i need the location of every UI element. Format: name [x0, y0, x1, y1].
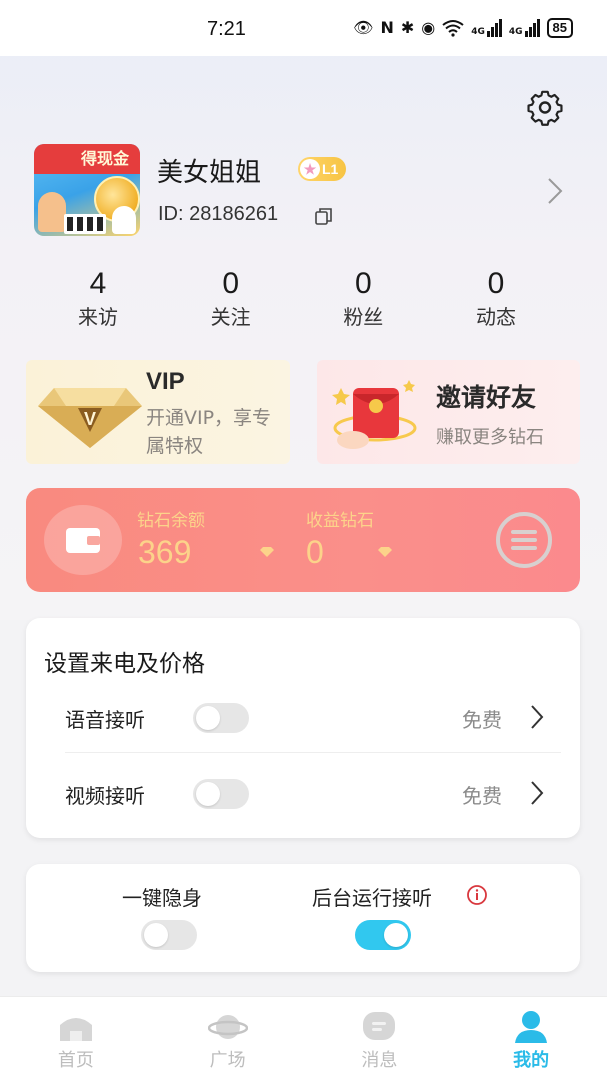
stat-label: 粉丝 [343, 305, 384, 329]
star-icon: ★ [300, 159, 320, 179]
stat-following[interactable]: 0 关注 [167, 266, 295, 336]
toggle-knob [196, 782, 220, 806]
background-answer-label: 后台运行接听 [312, 886, 432, 910]
user-icon [515, 1011, 548, 1043]
network-type-2: 4G [508, 27, 523, 37]
call-settings-card: 设置来电及价格 语音接听 免费 视频接听 免费 [26, 618, 580, 838]
stat-label: 动态 [475, 305, 516, 329]
wallet-card[interactable]: 钻石余额 369 收益钻石 0 [26, 488, 580, 592]
stat-value: 0 [222, 267, 239, 300]
stat-visitors[interactable]: 4 来访 [34, 266, 162, 336]
tab-mine[interactable]: 我的 [455, 997, 607, 1080]
avatar[interactable]: 得现金 [34, 144, 140, 236]
invisible-mode-label: 一键隐身 [122, 886, 202, 910]
user-id: ID: 28186261 [158, 203, 279, 225]
tab-label: 首页 [57, 1050, 94, 1071]
voice-call-price: 免费 [462, 708, 502, 732]
eye-icon: 👁 [353, 18, 374, 37]
wallet-menu-icon[interactable] [494, 510, 554, 570]
invite-friends-card[interactable]: 邀请好友 赚取更多钻石 [317, 360, 580, 464]
earned-diamonds-label: 收益钻石 [306, 511, 374, 531]
video-call-label: 视频接听 [65, 784, 145, 808]
divider [65, 752, 561, 753]
level-badge: ★ L1 [298, 157, 347, 181]
stat-value: 4 [89, 267, 107, 300]
diamond-icon [378, 547, 392, 557]
battery-indicator: 85 [546, 18, 573, 38]
chevron-right-icon [531, 781, 544, 805]
chevron-right-icon [531, 705, 544, 729]
qr-code-image [64, 214, 106, 234]
stats-row: 4 来访 0 关注 0 粉丝 0 动态 [48, 266, 560, 336]
vip-title: VIP [146, 368, 185, 395]
video-call-toggle[interactable] [193, 779, 249, 809]
message-icon [363, 1012, 396, 1040]
red-envelope-icon [332, 380, 417, 449]
stat-value: 0 [487, 267, 505, 300]
diamond-icon [260, 547, 274, 557]
call-settings-title: 设置来电及价格 [44, 651, 205, 677]
planet-icon [207, 1015, 248, 1039]
nickname: 美女姐姐 [157, 158, 262, 188]
vip-card[interactable]: V VIP 开通VIP，享专属特权 [26, 360, 290, 464]
svg-text:V: V [84, 409, 96, 429]
privacy-card: 一键隐身 后台运行接听 [26, 864, 580, 972]
invite-description: 赚取更多钻石 [436, 427, 544, 448]
toggle-knob [384, 923, 408, 947]
location-icon: ◉ [421, 18, 436, 37]
signal-icon: 4G [471, 19, 502, 37]
video-call-row[interactable]: 视频接听 免费 [26, 764, 580, 824]
avatar-person-image [38, 192, 66, 232]
toggle-knob [196, 706, 220, 730]
status-icons: 👁 N ✱ ◉ 4G 4G 85 [353, 18, 573, 38]
stat-fans[interactable]: 0 粉丝 [299, 266, 427, 336]
stat-label: 关注 [210, 305, 251, 329]
tab-messages[interactable]: 消息 [304, 997, 456, 1080]
diamond-balance-label: 钻石余额 [137, 511, 205, 531]
network-type-1: 4G [471, 27, 485, 37]
invite-title: 邀请好友 [436, 383, 537, 412]
status-time: 7:21 [207, 18, 246, 40]
status-bar: 7:21 👁 N ✱ ◉ 4G 4G 85 [0, 0, 607, 56]
stat-value: 0 [354, 267, 372, 300]
earned-diamonds-value: 0 [306, 534, 324, 570]
info-icon[interactable] [466, 884, 488, 906]
chevron-right-icon[interactable] [546, 176, 564, 206]
toggle-knob [144, 923, 168, 947]
tab-label: 我的 [513, 1050, 550, 1071]
wallet-icon [66, 528, 100, 553]
voice-call-row[interactable]: 语音接听 免费 [26, 688, 580, 748]
stat-posts[interactable]: 0 动态 [432, 266, 560, 336]
tab-label: 广场 [209, 1050, 246, 1071]
stat-label: 来访 [78, 305, 118, 329]
video-call-price: 免费 [462, 784, 502, 808]
settings-gear-icon[interactable] [527, 90, 563, 126]
voice-call-label: 语音接听 [65, 708, 145, 732]
tab-label: 消息 [361, 1050, 398, 1071]
tab-plaza[interactable]: 广场 [152, 997, 304, 1080]
nfc-icon: N [380, 18, 394, 37]
level-text: L1 [322, 161, 339, 177]
diamond-balance-value: 369 [138, 534, 192, 570]
avatar-caption: 得现金 [80, 149, 129, 168]
signal-icon-2: 4G [509, 19, 540, 37]
voice-call-toggle[interactable] [193, 703, 249, 733]
avatar-person-image-2 [112, 206, 136, 234]
background-answer-toggle[interactable] [355, 920, 411, 950]
bottom-tab-bar: 首页 广场 消息 我的 [0, 996, 607, 1080]
vip-diamond-icon: V [38, 388, 142, 448]
home-icon [59, 1018, 92, 1041]
copy-icon[interactable] [314, 206, 334, 226]
vip-description: 开通VIP，享专属特权 [146, 407, 272, 457]
invisible-mode-toggle[interactable] [141, 920, 197, 950]
bluetooth-icon: ✱ [400, 18, 415, 37]
tab-home[interactable]: 首页 [0, 997, 152, 1080]
wifi-icon [442, 20, 464, 37]
